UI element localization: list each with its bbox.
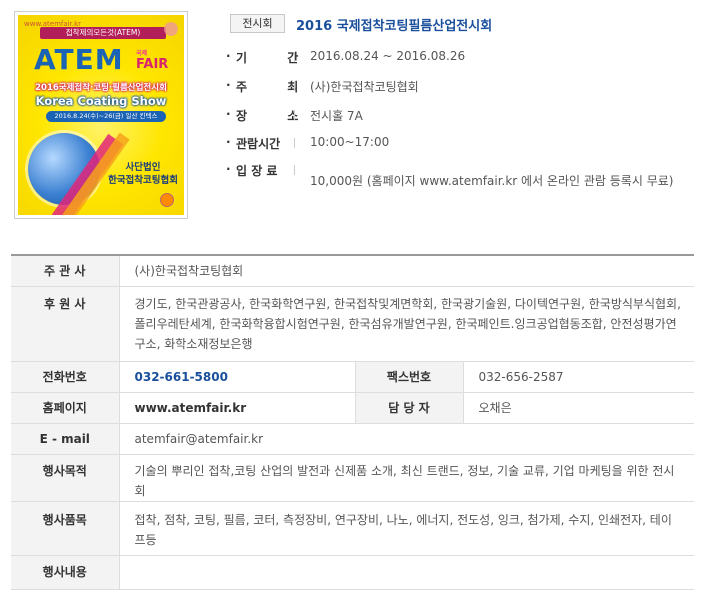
- row-label-homepage: 홈페이지: [11, 392, 120, 424]
- row-label-contact: 담 당 자: [354, 392, 464, 424]
- poster-artwork: www.atemfair.kr 접착제의모든것(ATEM) ATEM 국제 FAI…: [18, 15, 184, 215]
- row-label-items: 행사품목: [11, 501, 120, 556]
- info-label: 주 최: [236, 80, 317, 94]
- table-row: 후 원 사 경기도, 한국관광공사, 한국화학연구원, 한국접착및계면학회, 한…: [11, 286, 694, 362]
- info-value: 전시홀 7A: [310, 109, 363, 123]
- row-value-purpose: 기술의 뿌리인 접착,코팅 산업의 발전과 신제품 소개, 최신 트랜드, 정보…: [119, 454, 694, 502]
- row-label-organizer: 주 관 사: [11, 255, 120, 287]
- poster-organizer: 사단법인 한국접착코팅협회: [108, 162, 178, 186]
- info-value: 10,000원 (홈페이지 www.atemfair.kr 에서 온라인 관람 …: [310, 174, 674, 188]
- row-label-phone: 전화번호: [11, 361, 120, 393]
- email-link[interactable]: atemfair@atemfair.kr: [119, 423, 694, 455]
- table-row: 홈페이지 www.atemfair.kr 담 당 자 오채은: [11, 392, 694, 424]
- info-label: 관람시간: [236, 137, 281, 151]
- divider: [294, 110, 295, 120]
- divider: [294, 52, 295, 62]
- table-row: 행사내용: [11, 555, 694, 590]
- poster-title: 2016국제접착·코팅·필름산업전시회: [35, 83, 167, 93]
- poster-dates: 2016.8.24(수)~26(금) 일산 킨텍스: [46, 111, 166, 122]
- table-row: 주 관 사 (사)한국접착코팅협회: [11, 255, 694, 287]
- info-label: 기 간: [236, 51, 317, 65]
- info-label: 장 소: [236, 109, 317, 123]
- event-detail-table: 주 관 사 (사)한국접착코팅협회 후 원 사 경기도, 한국관광공사, 한국화…: [11, 254, 694, 590]
- divider: [294, 165, 295, 175]
- row-value-contact: 오채은: [463, 392, 694, 424]
- table-row: 전화번호 032-661-5800 팩스번호 032-656-2587: [11, 361, 694, 393]
- info-value: 10:00~17:00: [310, 135, 390, 149]
- homepage-link[interactable]: www.atemfair.kr: [119, 392, 355, 424]
- poster-fair-mark: 국제 FAIR: [136, 50, 169, 72]
- poster-seal-icon: [160, 193, 174, 207]
- info-label: 입 장 료: [236, 164, 278, 178]
- table-row: 행사목적 기술의 뿌리인 접착,코팅 산업의 발전과 신제품 소개, 최신 트랜…: [11, 454, 694, 502]
- row-label-content: 행사내용: [11, 555, 120, 590]
- row-label-fax: 팩스번호: [354, 361, 464, 393]
- row-label-sponsors: 후 원 사: [11, 286, 120, 362]
- row-value-organizer: (사)한국접착코팅협회: [119, 255, 694, 287]
- row-value-items: 접착, 점착, 코팅, 필름, 코터, 측정장비, 연구장비, 나노, 에너지,…: [119, 501, 694, 556]
- row-value-sponsors: 경기도, 한국관광공사, 한국화학연구원, 한국접착및계면학회, 한국광기술원,…: [119, 286, 694, 362]
- table-row: E - mail atemfair@atemfair.kr: [11, 423, 694, 455]
- category-badge: 전시회: [230, 14, 285, 33]
- divider: [294, 81, 295, 91]
- event-poster: www.atemfair.kr 접착제의모든것(ATEM) ATEM 국제 FAI…: [14, 11, 188, 219]
- poster-logo: ATEM: [34, 43, 124, 76]
- poster-tag: 접착제의모든것(ATEM): [40, 27, 166, 39]
- event-title: 2016 국제접착코팅필름산업전시회: [296, 19, 493, 34]
- poster-title-en: Korea Coating Show: [35, 94, 167, 108]
- row-value-content: [119, 555, 694, 590]
- row-value-fax: 032-656-2587: [463, 361, 694, 393]
- row-label-email: E - mail: [11, 423, 120, 455]
- info-value: (사)한국접착코팅협회: [310, 80, 419, 94]
- row-label-purpose: 행사목적: [11, 454, 120, 502]
- info-value: 2016.08.24 ~ 2016.08.26: [310, 49, 466, 63]
- poster-badge-icon: [164, 22, 178, 36]
- divider: [294, 138, 295, 148]
- table-row: 행사품목 접착, 점착, 코팅, 필름, 코터, 측정장비, 연구장비, 나노,…: [11, 501, 694, 556]
- phone-link[interactable]: 032-661-5800: [119, 361, 355, 393]
